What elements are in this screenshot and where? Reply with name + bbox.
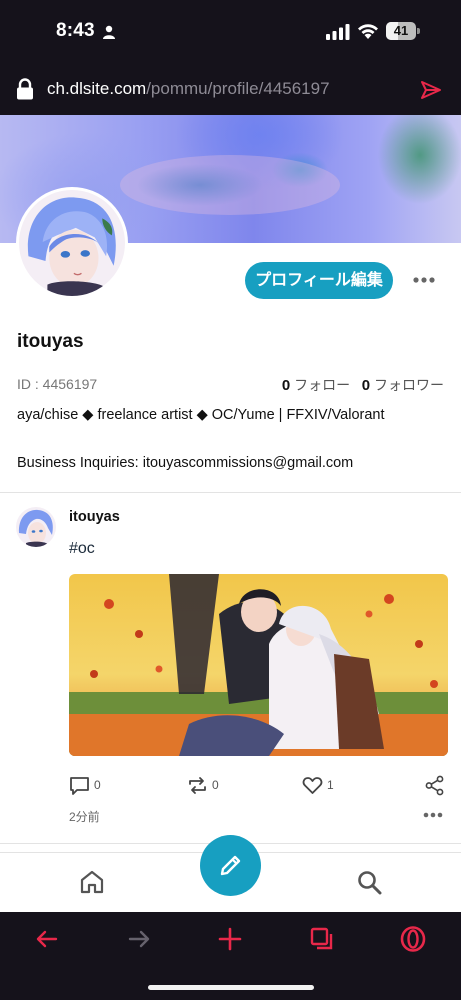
- profile-name: itouyas: [17, 331, 84, 352]
- search-icon[interactable]: [356, 869, 382, 895]
- post-image[interactable]: [69, 574, 448, 756]
- browser-url-bar[interactable]: ch.dlsite.com/pommu/profile/4456197: [0, 64, 461, 115]
- post-avatar-image: [16, 507, 56, 547]
- wifi-icon: [358, 24, 378, 39]
- status-time: 8:43: [56, 20, 95, 41]
- send-icon[interactable]: [420, 79, 442, 101]
- url-text[interactable]: ch.dlsite.com/pommu/profile/4456197: [47, 79, 330, 99]
- artwork-image: [69, 574, 448, 756]
- post-more-icon[interactable]: [422, 808, 444, 822]
- more-icon[interactable]: [408, 270, 440, 290]
- heart-icon: [302, 776, 323, 794]
- divider: [0, 492, 461, 493]
- comment-button[interactable]: 0: [69, 773, 101, 797]
- home-indicator: [148, 985, 314, 990]
- profile-id: ID : 4456197: [17, 376, 98, 392]
- lock-icon: [17, 78, 33, 100]
- battery-level: 41: [393, 23, 409, 38]
- battery-indicator: 41: [386, 22, 420, 40]
- followers-link[interactable]: 0 フォロワー: [361, 377, 444, 394]
- pencil-icon: [220, 855, 241, 876]
- signal-icon: [326, 24, 350, 40]
- home-icon[interactable]: [79, 869, 105, 895]
- browser-toolbar: [0, 912, 461, 1000]
- person-icon: [103, 25, 115, 39]
- post-author[interactable]: itouyas: [69, 509, 120, 525]
- follower-label: フォロワー: [374, 377, 444, 393]
- compose-button[interactable]: [200, 835, 261, 896]
- post-avatar[interactable]: [16, 507, 56, 547]
- url-domain: ch.dlsite.com: [47, 79, 147, 98]
- post-timestamp: 2分前: [69, 810, 100, 824]
- share-button[interactable]: [424, 773, 449, 797]
- plus-icon[interactable]: [217, 926, 243, 952]
- opera-icon[interactable]: [400, 926, 426, 952]
- following-count: 0: [281, 377, 291, 394]
- follow-stats: 0 フォロー 0 フォロワー: [282, 375, 444, 395]
- bio-line-2: Business Inquiries: itouyascommissions@g…: [17, 455, 354, 471]
- following-label: フォロー: [294, 377, 351, 393]
- repost-icon: [189, 776, 206, 794]
- back-icon[interactable]: [34, 926, 60, 952]
- comment-icon: [70, 776, 89, 795]
- like-button[interactable]: 1: [302, 773, 334, 797]
- like-count: 1: [327, 778, 334, 792]
- avatar-image: [19, 190, 125, 296]
- share-icon: [425, 775, 444, 795]
- follower-count: 0: [361, 377, 371, 394]
- edit-profile-button[interactable]: プロフィール編集: [245, 262, 393, 299]
- repost-count: 0: [212, 778, 219, 792]
- tabs-icon[interactable]: [309, 926, 335, 952]
- following-link[interactable]: 0 フォロー: [281, 377, 351, 394]
- status-bar: 8:43 41: [0, 0, 461, 64]
- url-path: /pommu/profile/4456197: [146, 79, 330, 98]
- bio-line-1: aya/chise ◆ freelance artist ◆ OC/Yume |…: [17, 407, 385, 423]
- comment-count: 0: [94, 778, 101, 792]
- repost-button[interactable]: 0: [187, 773, 219, 797]
- post-hashtag[interactable]: #oc: [69, 540, 95, 558]
- profile-avatar[interactable]: [16, 187, 128, 299]
- forward-icon[interactable]: [126, 926, 152, 952]
